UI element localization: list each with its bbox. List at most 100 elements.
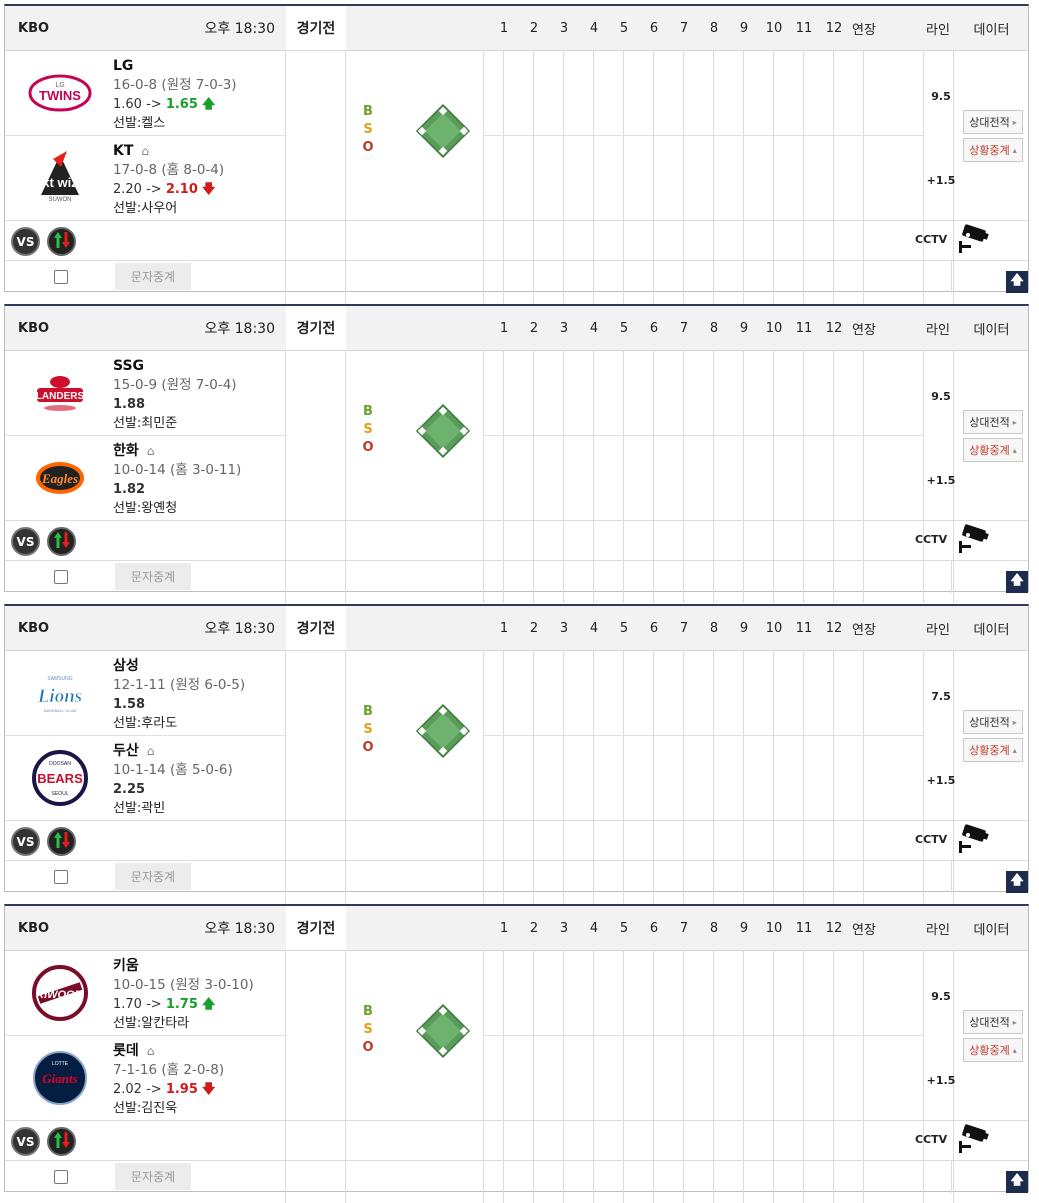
live-status-label: 상황중계 [969, 444, 1010, 457]
inning-5-header: 5 [619, 620, 629, 636]
inning-4-header: 4 [589, 320, 599, 336]
inning-11-header: 11 [795, 620, 813, 636]
game-footer-row: 문자중계 🡅 [5, 1160, 1028, 1193]
team-record: 17-0-8 (홈 8-0-4) [113, 162, 225, 178]
odds-movement-button[interactable] [47, 1127, 76, 1156]
odds-previous: 2.02 [113, 1082, 142, 1097]
game-select-checkbox[interactable] [54, 270, 68, 284]
team-info: LG 16-0-8 (원정 7-0-3) 1.60 -> 1.65 🡅 선발:켈… [113, 57, 237, 133]
hanwha-eagles-logo: Eagles [27, 445, 93, 511]
scroll-top-button[interactable]: 🡅 [1006, 271, 1028, 293]
game-select-checkbox[interactable] [54, 870, 68, 884]
team-record: 15-0-9 (원정 7-0-4) [113, 377, 237, 393]
scroll-top-button[interactable]: 🡅 [1006, 1171, 1028, 1193]
cctv-camera-icon[interactable] [955, 223, 991, 257]
odds-arrow: -> [146, 997, 162, 1012]
text-relay-button[interactable]: 문자중계 [115, 563, 191, 590]
game-status: 경기전 [286, 6, 346, 50]
svg-text:Giants: Giants [42, 1071, 77, 1086]
vs-button[interactable]: VS [11, 827, 40, 856]
footer-divider [951, 1161, 952, 1193]
team-record: 10-0-15 (원정 3-0-10) [113, 977, 254, 993]
home-icon: ⌂ [146, 444, 155, 458]
inning-4-header: 4 [589, 20, 599, 36]
live-status-button[interactable]: 상황중계 ▴ [963, 1038, 1023, 1062]
inning-5-header: 5 [619, 20, 629, 36]
base-diamond-icon [415, 103, 471, 159]
team-row-away: KIWOOM 키움 10-0-15 (원정 3-0-10) 1.70 -> 1.… [5, 951, 1028, 1035]
live-status-button[interactable]: 상황중계 ▴ [963, 138, 1023, 162]
inning-10-header: 10 [765, 320, 783, 336]
bso-indicator: B S O [361, 703, 375, 757]
h2h-button[interactable]: 상대전적 ▸ [963, 710, 1023, 734]
scroll-top-button[interactable]: 🡅 [1006, 571, 1028, 593]
h2h-button[interactable]: 상대전적 ▸ [963, 1010, 1023, 1034]
inning-9-header: 9 [739, 920, 749, 936]
line-header: 라인 [926, 322, 950, 338]
base-diamond-icon [415, 403, 471, 459]
game-card: KBO 오후 18:30 경기전 1 2 3 4 5 6 7 8 9 10 11 12 연장 라인 데이… [4, 604, 1029, 903]
odds-movement-button[interactable] [47, 827, 76, 856]
data-header: 데이터 [973, 22, 1010, 38]
odds-movement-button[interactable] [47, 227, 76, 256]
game-card: KBO 오후 18:30 경기전 1 2 3 4 5 6 7 8 9 10 11 12 연장 라인 데이… [4, 304, 1029, 603]
league-name: KBO [18, 20, 50, 36]
team-row-home: Eagles 한화 ⌂ 10-0-14 (홈 3-0-11) 1.82 선발:왕옌… [5, 436, 1028, 520]
inning-5-header: 5 [619, 320, 629, 336]
svg-text:Eagles: Eagles [41, 471, 78, 486]
text-relay-button[interactable]: 문자중계 [115, 263, 191, 290]
cctv-camera-icon[interactable] [955, 823, 991, 857]
live-status-button[interactable]: 상황중계 ▴ [963, 438, 1023, 462]
cctv-camera-icon[interactable] [955, 1123, 991, 1157]
inning-연장-header: 연장 [852, 922, 876, 938]
live-status-button[interactable]: 상황중계 ▴ [963, 738, 1023, 762]
team-record: 16-0-8 (원정 7-0-3) [113, 77, 237, 93]
starting-pitcher: 선발:김진욱 [113, 1101, 178, 1116]
inning-4-header: 4 [589, 920, 599, 936]
text-relay-button[interactable]: 문자중계 [115, 1163, 191, 1190]
svg-text:LOTTE: LOTTE [52, 1061, 69, 1067]
odds-down-icon: 🡇 [202, 182, 216, 197]
game-header: KBO 오후 18:30 경기전 1 2 3 4 5 6 7 8 9 10 11 12 연장 라인 데이… [5, 606, 1028, 651]
scroll-top-button[interactable]: 🡅 [1006, 871, 1028, 893]
svg-text:TWINS: TWINS [39, 88, 81, 103]
h2h-label: 상대전적 [969, 1016, 1010, 1029]
odds-current: 1.75 [165, 997, 198, 1012]
vs-button[interactable]: VS [11, 227, 40, 256]
text-relay-button[interactable]: 문자중계 [115, 863, 191, 890]
odds-arrow: -> [146, 182, 162, 197]
inning-연장-header: 연장 [852, 322, 876, 338]
inning-1-header: 1 [499, 20, 509, 36]
svg-text:DOOSAN: DOOSAN [49, 761, 71, 767]
starting-pitcher: 선발:후라도 [113, 716, 178, 731]
team-info: 두산 ⌂ 10-1-14 (홈 5-0-6) 2.25 선발:곽빈 [113, 742, 233, 818]
odds-movement-button[interactable] [47, 527, 76, 556]
game-header: KBO 오후 18:30 경기전 1 2 3 4 5 6 7 8 9 10 11 12 연장 라인 데이… [5, 306, 1028, 351]
inning-10-header: 10 [765, 620, 783, 636]
odds-current: 1.65 [165, 97, 198, 112]
team-name: 삼성 [113, 658, 139, 674]
team-row-away: LG TWINS LG 16-0-8 (원정 7-0-3) 1.60 -> 1.6… [5, 51, 1028, 135]
team-record: 7-1-16 (홈 2-0-8) [113, 1062, 225, 1078]
vs-button[interactable]: VS [11, 527, 40, 556]
inning-7-header: 7 [679, 920, 689, 936]
home-icon: ⌂ [146, 1044, 155, 1058]
h2h-label: 상대전적 [969, 116, 1010, 129]
live-status-label: 상황중계 [969, 1044, 1010, 1057]
game-select-checkbox[interactable] [54, 1170, 68, 1184]
h2h-button[interactable]: 상대전적 ▸ [963, 110, 1023, 134]
h2h-button[interactable]: 상대전적 ▸ [963, 410, 1023, 434]
game-select-checkbox[interactable] [54, 570, 68, 584]
cctv-camera-icon[interactable] [955, 523, 991, 557]
bso-indicator: B S O [361, 403, 375, 457]
odds-arrow: -> [146, 97, 162, 112]
inning-11-header: 11 [795, 20, 813, 36]
vs-button[interactable]: VS [11, 1127, 40, 1156]
inning-9-header: 9 [739, 320, 749, 336]
starting-pitcher: 선발:알칸타라 [113, 1016, 190, 1031]
ball-label: B [363, 104, 373, 119]
cctv-label: CCTV [915, 533, 948, 546]
inning-1-header: 1 [499, 320, 509, 336]
chevron-up-icon: ▴ [1012, 445, 1017, 455]
out-label: O [362, 740, 374, 755]
